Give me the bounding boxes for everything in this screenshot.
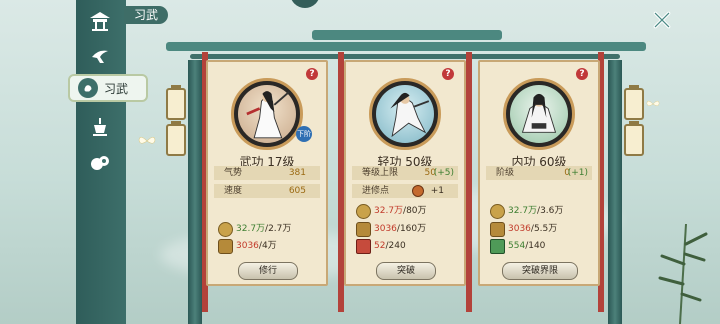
resource-row: 554/140 [488,239,590,254]
fist-icon [78,78,98,98]
train-button[interactable]: 修行 [238,262,298,280]
incense-burner-icon [93,118,107,136]
coin-icon [490,204,505,219]
stat-row: 阶级 0 (+1) [486,166,592,180]
resource-need: /3.6万 [537,206,564,216]
stat-row: 速度 605 [214,184,320,198]
breakthrough-button[interactable]: 突破 [376,262,436,280]
stat-value: +1 [430,186,444,196]
stat-row: 气势 381 [214,166,320,180]
gate-post-left [188,60,202,324]
sidebar-item-crane[interactable] [82,38,118,72]
stat-label: 速度 [224,186,243,196]
resource-row: 32.7万/80万 [354,204,456,219]
stat-row: 等级上限 50 (+5) [352,166,458,180]
resource-current: 554 [508,241,526,251]
stat-label: 进修点 [362,186,390,196]
resource-row: 32.7万/3.6万 [488,204,590,219]
bamboo-decoration [658,223,708,324]
stat-value: 605 [288,186,306,196]
skill-card-wugong: ? 下阶 武功 17级 气势 381 速度 605 32.7万/2.7万 303… [206,60,328,286]
stat-value: 381 [288,168,306,178]
sidebar-item-beast[interactable] [82,146,118,180]
resource-need: /4万 [258,241,277,251]
resource-need: /5.5万 [530,224,558,234]
game-scene: 习武 习武 ? 下阶 武功 17级 气势 381 速度 605 32.7万/2.… [0,0,720,324]
sidebar-item-incense[interactable] [82,110,118,144]
help-icon[interactable]: ? [576,68,588,80]
scroll-icon [490,222,505,237]
page-title: 习武 [124,6,169,24]
gate-post-right [608,60,622,324]
stat-label: 阶级 [496,168,515,178]
resource-need: /160万 [396,224,427,234]
top-ornament [290,0,320,8]
resource-current: 32.7万 [236,224,266,234]
scroll-icon [356,222,371,237]
gate-beam [190,54,620,59]
help-icon[interactable]: ? [306,68,318,80]
resource-need: /140 [525,241,546,251]
resource-need: /80万 [403,206,427,216]
character-portrait [231,78,303,150]
close-icon [653,11,671,29]
resource-row: 32.7万/2.7万 [216,222,318,237]
crane-icon [92,50,108,63]
resource-current: 3036 [508,224,531,234]
close-button[interactable] [650,8,674,32]
character-portrait [503,78,575,150]
resource-need: /2.7万 [265,224,292,234]
gate-roof-top [312,30,502,40]
scroll-icon [218,239,233,254]
sidebar-item-martial[interactable]: 习武 [68,74,148,102]
skill-card-neigong: ? 内功 60级 阶级 0 (+1) 32.7万/3.6万 3036/5.5万 [478,60,600,286]
sidebar-item-pavilion[interactable] [82,4,118,38]
resource-row: 3036/160万 [354,222,456,237]
gate-roof [166,42,646,51]
lantern [166,121,186,156]
stat-label: 等级上限 [362,168,399,178]
resource-row: 3036/5.5万 [488,222,590,237]
mask-icon [412,185,424,197]
resource-row: 52/240 [354,239,456,254]
help-icon[interactable]: ? [442,68,454,80]
skill-card-qinggong: ? 轻功 50级 等级上限 50 (+5) 进修点 +1 32.7万/80万 3… [344,60,466,286]
book-icon [356,239,371,254]
sidebar-item-label: 习武 [104,81,129,96]
lantern [624,121,644,156]
resource-current: 32.7万 [508,206,538,216]
butterfly-icon [138,136,156,144]
resource-current: 3036 [374,224,397,234]
stat-bonus: (+1) [567,168,588,178]
lantern [166,85,186,120]
lantern [624,85,644,120]
book-icon [490,239,505,254]
stat-bonus: (+5) [433,168,454,178]
coin-icon [356,204,371,219]
break-limit-button[interactable]: 突破界限 [502,262,578,280]
resource-current: 3036 [236,241,259,251]
resource-current: 32.7万 [374,206,404,216]
stat-label: 气势 [224,168,243,178]
beast-icon [91,156,109,170]
ribbon [466,52,472,312]
resource-need: /240 [385,241,406,251]
pavilion-icon [90,12,110,31]
resource-row: 3036/4万 [216,239,318,254]
rank-badge: 下阶 [296,126,312,142]
resource-current: 52 [374,241,386,251]
character-portrait [369,78,441,150]
butterfly-icon [646,100,660,106]
stat-row: 进修点 +1 [352,184,458,198]
coin-icon [218,222,233,237]
